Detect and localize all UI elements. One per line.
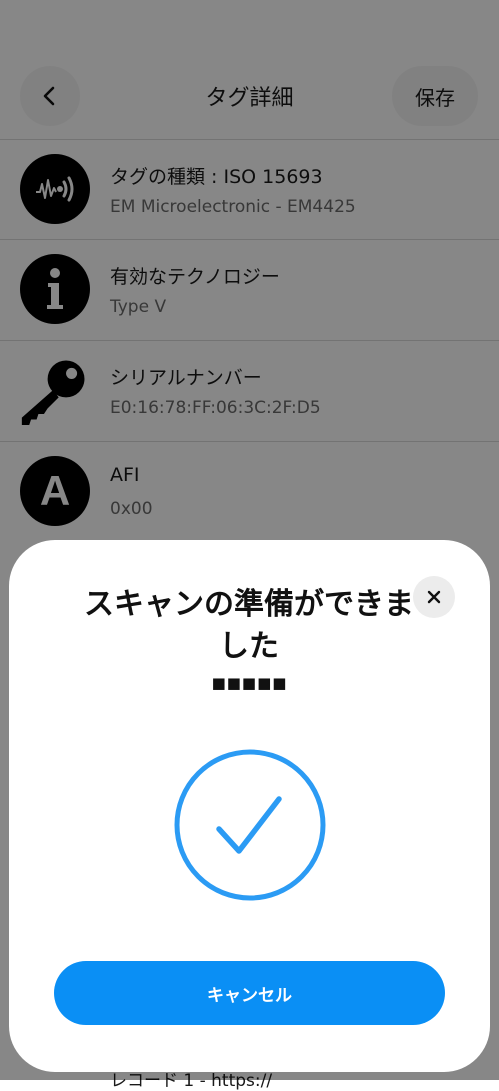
- tag-id-masked: ■■■■■: [211, 674, 288, 692]
- scan-ready-sheet: スキャンの準備ができました ■■■■■ キャンセル: [9, 540, 490, 1072]
- cancel-button[interactable]: キャンセル: [54, 961, 445, 1025]
- close-icon: [427, 590, 441, 604]
- sheet-title: スキャンの準備ができました: [84, 587, 414, 664]
- checkmark-circle-icon: [172, 747, 328, 903]
- close-button[interactable]: [413, 576, 455, 618]
